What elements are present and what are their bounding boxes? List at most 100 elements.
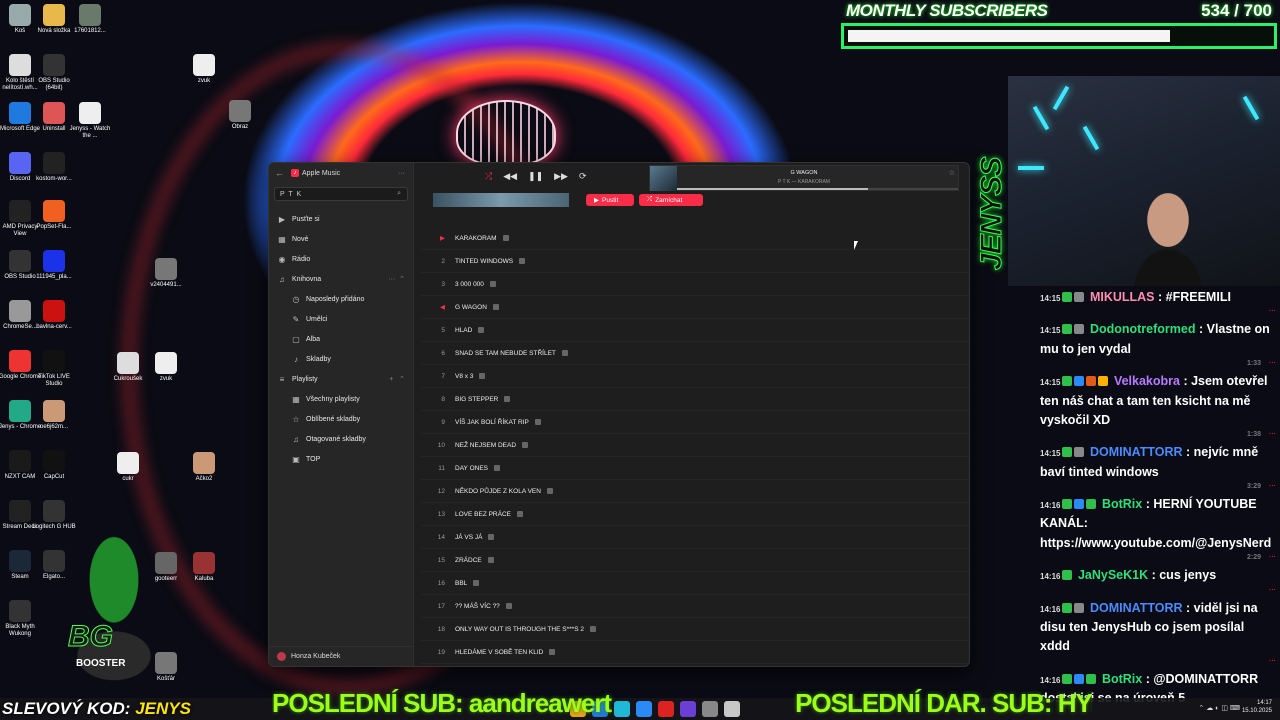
- library-item[interactable]: ▢ Alba: [269, 329, 413, 349]
- library-item[interactable]: ◷ Naposledy přidáno: [269, 289, 413, 309]
- desktop-icon[interactable]: Obraz: [218, 100, 262, 131]
- chat-more-icon[interactable]: ···: [1269, 587, 1276, 594]
- track-row[interactable]: 14 JÁ VS JÁ: [421, 526, 969, 549]
- desktop-icon[interactable]: TikTok LIVE Studio: [32, 350, 76, 387]
- user-account[interactable]: Honza Kubeček: [269, 646, 413, 666]
- shuffle-button[interactable]: ⤮ Zamíchat: [639, 194, 703, 206]
- sidebar-nav-item[interactable]: ▶ Pusťte si: [269, 209, 413, 229]
- pause-icon[interactable]: ❚❚: [528, 171, 543, 182]
- track-row[interactable]: 7 V8 x 3: [421, 365, 969, 388]
- chat-more-icon[interactable]: ···: [1269, 658, 1276, 665]
- track-row[interactable]: 11 DAY ONES: [421, 457, 969, 480]
- playback-progress[interactable]: [677, 188, 958, 190]
- track-row[interactable]: 3 3 000 000: [421, 273, 969, 296]
- chat-username[interactable]: MIKULLAS: [1086, 290, 1155, 304]
- chat-username[interactable]: JaNySeK1K: [1074, 568, 1148, 582]
- library-controls[interactable]: ··· ⌃: [388, 275, 405, 283]
- chat-username[interactable]: Dodonotreformed: [1086, 322, 1196, 336]
- favorite-icon[interactable]: ☆: [949, 169, 955, 177]
- desktop-icon[interactable]: 17601812...: [68, 4, 112, 35]
- track-number: 8: [441, 395, 445, 403]
- desktop-icon[interactable]: zvuk: [144, 352, 188, 383]
- chat-ago: 1:38: [1246, 431, 1261, 439]
- back-icon[interactable]: ←: [275, 168, 284, 178]
- system-tray[interactable]: ⌃ ☁ ◐ ◫ ⌨: [1198, 704, 1240, 712]
- chat-more-icon[interactable]: ···: [1269, 308, 1276, 315]
- desktop-icon[interactable]: Kaluba: [182, 552, 226, 583]
- track-row[interactable]: 5 HLAD: [421, 319, 969, 342]
- playlist-item[interactable]: ▣ TOP: [269, 449, 413, 469]
- track-row[interactable]: 15 ZRÁDCE: [421, 549, 969, 572]
- desktop-icon[interactable]: zvuk: [182, 54, 226, 85]
- playback-controls: ⤮ ◀◀ ❚❚ ▶▶ ⟳: [485, 171, 587, 182]
- desktop-icon[interactable]: Jenyss - Watch the ...: [68, 102, 112, 139]
- library-header[interactable]: ♫ Knihovna ··· ⌃: [269, 269, 413, 289]
- playlists-header[interactable]: ≡ Playlisty + ⌃: [269, 369, 413, 389]
- desktop-icon[interactable]: OBS Studio (64bit): [32, 54, 76, 91]
- more-icon[interactable]: ···: [398, 170, 405, 177]
- track-row[interactable]: 19 HLEDÁME V SOBĚ TEN KLID: [421, 641, 969, 664]
- shuffle-icon[interactable]: ⤮: [485, 171, 492, 182]
- desktop-icon[interactable]: oe6j62m...: [32, 400, 76, 431]
- chat-username[interactable]: BotRix: [1098, 672, 1142, 686]
- track-row[interactable]: 10 NEŽ NEJSEM DEAD: [421, 434, 969, 457]
- track-row[interactable]: 13 LOVE BEZ PRÁCE: [421, 503, 969, 526]
- search-input[interactable]: P T K ⌕: [274, 187, 408, 201]
- desktop-icon[interactable]: CapCut: [32, 450, 76, 481]
- track-title: VÍŠ JAK BOLÍ ŘÍKAT RIP: [455, 418, 529, 426]
- desktop-icon[interactable]: 111945_pla...: [32, 250, 76, 281]
- desktop-icon[interactable]: Ačko2: [182, 452, 226, 483]
- playlist-item[interactable]: ▦ Všechny playlisty: [269, 389, 413, 409]
- track-row[interactable]: 17 ?? MÁŠ VÍC ??: [421, 595, 969, 618]
- chat-username[interactable]: Velkakobra: [1110, 374, 1180, 388]
- app-icon: [9, 102, 31, 124]
- sidebar-nav-item[interactable]: ▦ Nové: [269, 229, 413, 249]
- desktop-icon[interactable]: Black Myth Wukong: [0, 600, 42, 637]
- track-row[interactable]: 2 TINTED WINDOWS: [421, 250, 969, 273]
- playlist-item[interactable]: ☆ Oblíbené skladby: [269, 409, 413, 429]
- desktop-icon[interactable]: bavlna-cerv...: [32, 300, 76, 331]
- chat-message: 14:16 BotRix : HERNÍ YOUTUBE KANÁL: http…: [1040, 495, 1276, 561]
- track-row[interactable]: 8 BIG STEPPER: [421, 388, 969, 411]
- next-icon[interactable]: ▶▶: [554, 171, 568, 182]
- chat-more-icon[interactable]: ···: [1269, 483, 1276, 490]
- now-playing[interactable]: G WAGON P T K — KARAKORAM: [649, 165, 959, 191]
- desktop-icon[interactable]: PopSet-Fla...: [32, 200, 76, 231]
- track-title: BBL: [455, 579, 468, 587]
- chat-more-icon[interactable]: ···: [1269, 554, 1276, 561]
- track-row[interactable]: 6 SNAD SE TAM NEBUDE STŘÍLET: [421, 342, 969, 365]
- chat-username[interactable]: DOMINATTORR: [1086, 445, 1183, 459]
- library-item[interactable]: ♪ Skladby: [269, 349, 413, 369]
- playlist-item[interactable]: ♫ Otagované skladby: [269, 429, 413, 449]
- app-icon: [43, 350, 65, 372]
- chat-username[interactable]: BotRix: [1098, 497, 1142, 511]
- playlists-controls[interactable]: + ⌃: [389, 375, 405, 383]
- play-button[interactable]: ▶ Pustit: [586, 194, 634, 206]
- player-bar: ⤮ ◀◀ ❚❚ ▶▶ ⟳ G WAGON P T K — KARAKORAM ☆: [415, 163, 969, 193]
- track-row[interactable]: 18 ONLY WAY OUT IS THROUGH THE S***S 2: [421, 618, 969, 641]
- previous-icon[interactable]: ◀◀: [503, 171, 517, 182]
- track-row[interactable]: ▶ KARAKORAM: [421, 227, 969, 250]
- desktop-icon-label: Ačko2: [195, 476, 213, 482]
- library-item[interactable]: ✎ Umělci: [269, 309, 413, 329]
- app-icon: [79, 4, 101, 26]
- subs-goal-bar: [841, 23, 1277, 49]
- chat-more-icon[interactable]: ···: [1269, 431, 1276, 438]
- repeat-icon[interactable]: ⟳: [579, 171, 587, 182]
- chat-more-icon[interactable]: ···: [1269, 360, 1276, 367]
- app-icon: [9, 54, 31, 76]
- desktop-icon[interactable]: cukr: [106, 452, 150, 483]
- track-row[interactable]: 16 BBL: [421, 572, 969, 595]
- track-row[interactable]: 9 VÍŠ JAK BOLÍ ŘÍKAT RIP: [421, 411, 969, 434]
- desktop-icon-label: NZXT CAM: [4, 474, 36, 480]
- desktop-icon-label: v2404491...: [150, 282, 182, 288]
- desktop-icon[interactable]: kostom-wor...: [32, 152, 76, 183]
- booster-logo: BG: [68, 620, 114, 654]
- taskbar-clock[interactable]: 14:17 15.10.2025: [1242, 700, 1272, 716]
- chat-username[interactable]: DOMINATTORR: [1086, 601, 1183, 615]
- desktop-icon[interactable]: v2404491...: [144, 258, 188, 289]
- track-row[interactable]: ◀ G WAGON: [421, 296, 969, 319]
- sidebar-header: ← ♪ Apple Music ···: [269, 163, 413, 183]
- track-row[interactable]: 12 NĚKDO PŮJDE Z KOLA VEN: [421, 480, 969, 503]
- sidebar-nav-item[interactable]: ◉ Rádio: [269, 249, 413, 269]
